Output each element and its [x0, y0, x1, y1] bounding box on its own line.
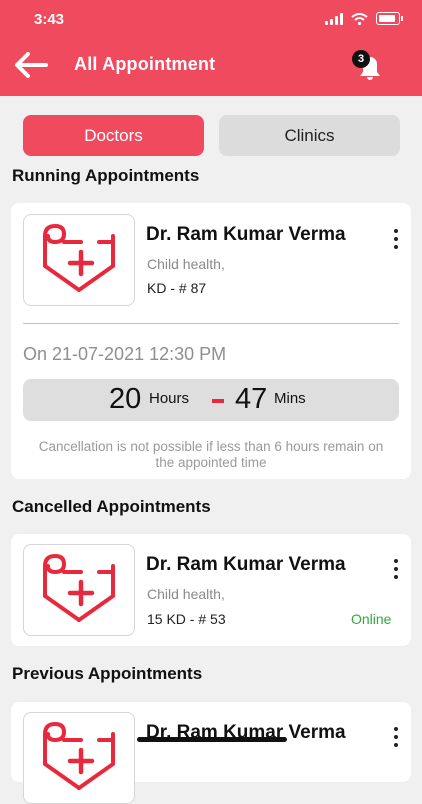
running-appointment-card[interactable]: Dr. Ram Kumar Verma Child health, KD - #… [11, 203, 411, 479]
section-title-running: Running Appointments [12, 166, 200, 185]
notification-bell-button[interactable]: 3 [350, 46, 390, 86]
cancelled-appointment-card[interactable]: Dr. Ram Kumar Verma Child health, 15 KD … [11, 534, 411, 646]
tab-clinics[interactable]: Clinics [219, 115, 400, 156]
section-title-previous: Previous Appointments [12, 664, 203, 683]
countdown-mins-value: 47 [235, 383, 268, 415]
section-title-cancelled: Cancelled Appointments [12, 497, 211, 516]
doctor-specialty: Child health, [147, 256, 225, 272]
back-arrow-icon[interactable] [12, 50, 50, 80]
battery-icon [376, 12, 403, 25]
more-options-icon[interactable] [388, 725, 404, 749]
doctor-name: Dr. Ram Kumar Verma [146, 224, 346, 245]
countdown-hours-unit: Hours [149, 390, 190, 407]
home-indicator [137, 737, 287, 742]
heart-cross-logo-icon [43, 553, 115, 622]
doctor-name: Dr. Ram Kumar Verma [146, 554, 346, 575]
more-options-icon[interactable] [388, 227, 404, 251]
signal-icon [325, 12, 343, 25]
countdown-separator [212, 399, 224, 403]
wifi-icon [351, 12, 368, 25]
doctor-specialty: Child health, [147, 586, 225, 602]
status-time: 3:43 [34, 11, 65, 28]
status-icons [325, 12, 403, 25]
heart-cross-logo-icon [43, 223, 115, 292]
page-title: All Appointment [74, 54, 216, 74]
clinic-logo [23, 712, 135, 804]
more-options-icon[interactable] [388, 557, 404, 581]
clinic-logo [23, 214, 135, 306]
previous-appointment-card[interactable]: Dr. Ram Kumar Verma [11, 702, 411, 804]
countdown-mins-unit: Mins [274, 390, 306, 407]
countdown-timer: 20 Hours 47 Mins [23, 379, 399, 421]
heart-cross-logo-icon [43, 721, 115, 790]
cancellation-note: Cancellation is not possible if less tha… [38, 439, 384, 470]
appointment-code: 15 KD - # 53 [147, 611, 226, 627]
appointment-code: KD - # 87 [147, 280, 207, 296]
countdown-hours-value: 20 [109, 383, 142, 415]
card-divider [23, 323, 399, 324]
clinic-logo [23, 544, 135, 636]
notification-count-badge: 3 [352, 50, 370, 68]
app-header: 3:43 All Appointment 3 [0, 0, 422, 96]
appointment-mode-badge: Online [351, 611, 392, 627]
appointment-date: On 21-07-2021 12:30 PM [23, 344, 227, 364]
tab-doctors[interactable]: Doctors [23, 115, 204, 156]
